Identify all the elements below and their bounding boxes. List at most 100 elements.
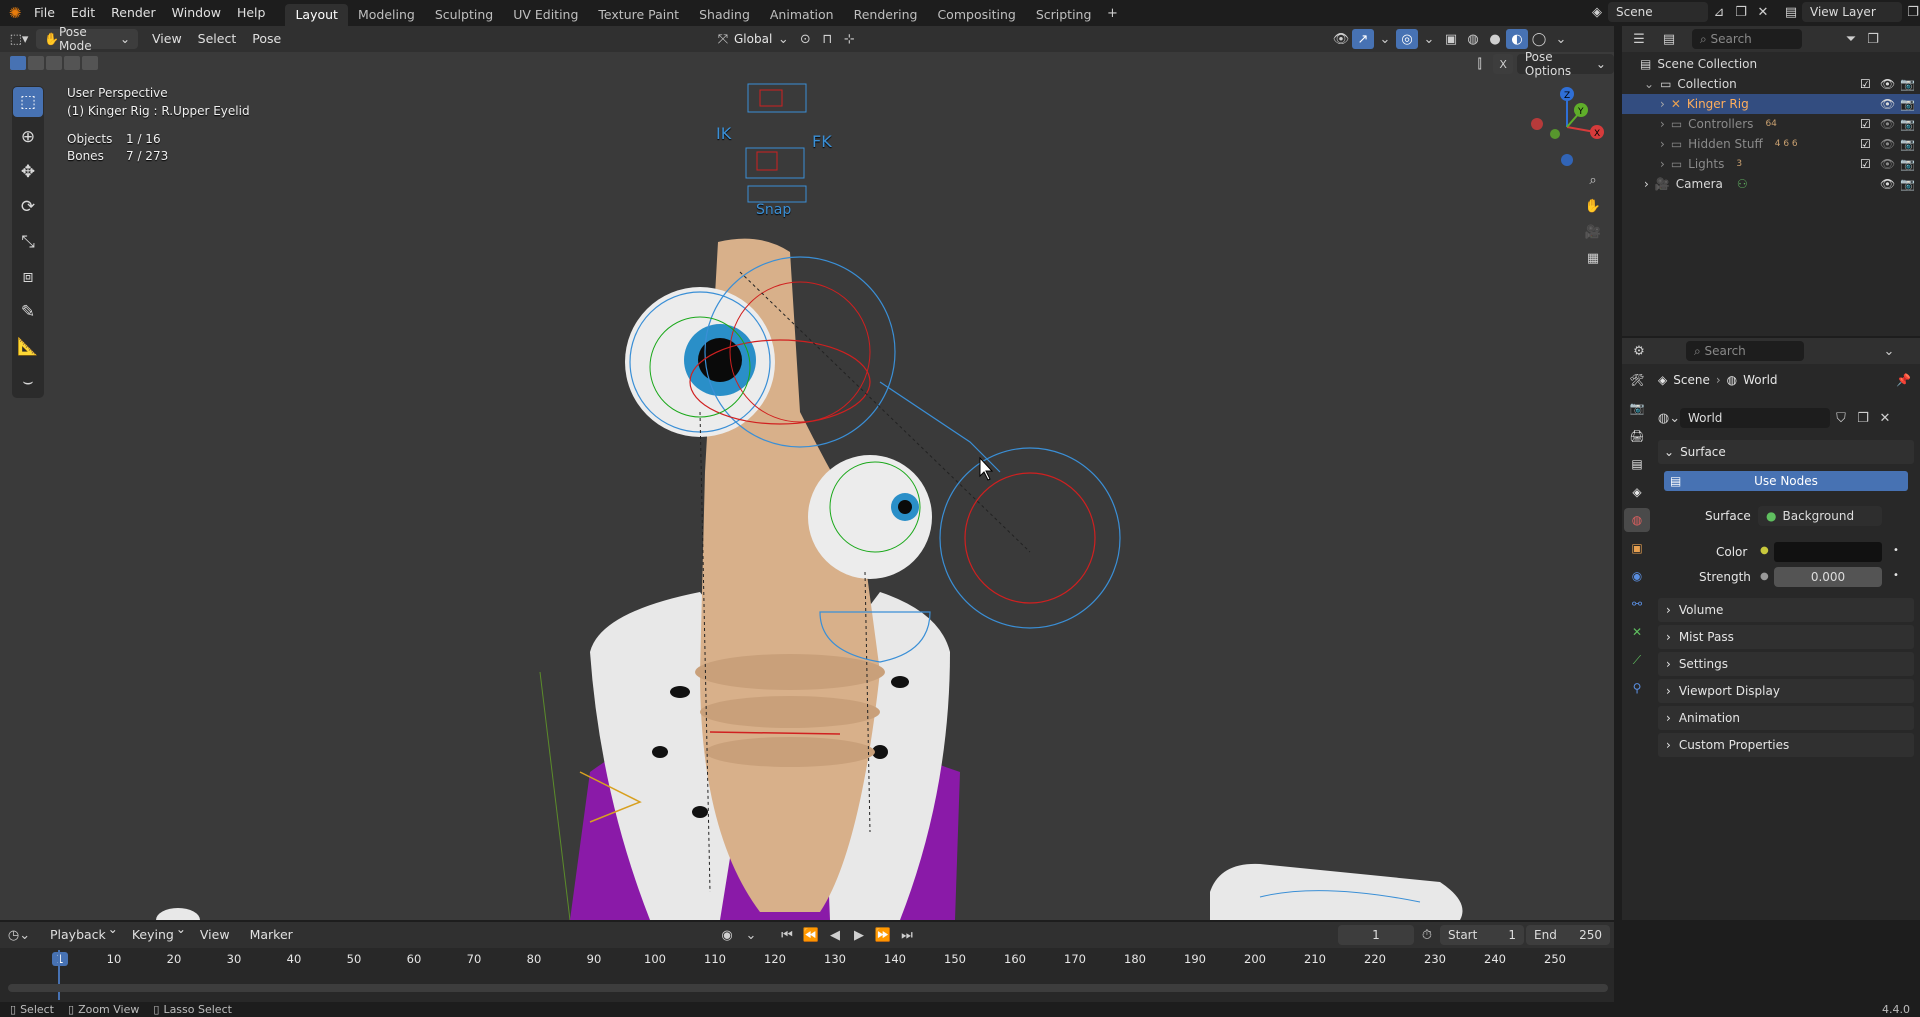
eye-icon[interactable]: 👁: [1880, 177, 1895, 191]
clock-icon[interactable]: ⏱: [1416, 925, 1438, 945]
pan-icon[interactable]: ✋: [1582, 196, 1604, 216]
snap-icon[interactable]: ⊓: [816, 29, 838, 49]
tab-sculpting[interactable]: Sculpting: [425, 4, 503, 26]
duplicate-icon[interactable]: ❐: [1852, 408, 1874, 428]
move-tool-icon[interactable]: ✥: [13, 157, 43, 187]
unlink-icon[interactable]: ✕: [1874, 408, 1896, 428]
chevron-right-icon[interactable]: ›: [1660, 97, 1665, 111]
mirror-icon[interactable]: ⫿: [1470, 54, 1489, 74]
tab-animation[interactable]: Animation: [760, 4, 844, 26]
perspective-toggle-icon[interactable]: ▦: [1582, 248, 1604, 268]
filter-icon[interactable]: ⏷: [1840, 29, 1862, 49]
eye-icon[interactable]: 👁: [1880, 157, 1895, 171]
armature-data-tab-icon[interactable]: ✕: [1624, 620, 1650, 644]
world-browse-icon[interactable]: ◍⌄: [1658, 408, 1680, 428]
viewport-menu-view[interactable]: View: [144, 26, 190, 52]
jump-next-key-icon[interactable]: ⏩: [872, 925, 894, 945]
pin-icon[interactable]: 📌: [1896, 373, 1911, 387]
camera-render-icon[interactable]: 📷: [1900, 157, 1915, 171]
world-tab-icon[interactable]: ◍: [1624, 508, 1650, 532]
fake-user-icon[interactable]: ⛉: [1830, 408, 1852, 428]
physics-tab-icon[interactable]: ◉: [1624, 564, 1650, 588]
editor-type-icon[interactable]: ⬚▾: [8, 29, 30, 49]
rotate-tool-icon[interactable]: ⟳: [13, 192, 43, 222]
viewport-menu-pose[interactable]: Pose: [244, 26, 289, 52]
checkbox-icon[interactable]: ☑: [1860, 157, 1871, 171]
zoom-icon[interactable]: ⌕: [1582, 170, 1604, 190]
timeline-menu-playback[interactable]: Playback: [40, 922, 116, 948]
solid-shading-icon[interactable]: ●: [1484, 29, 1506, 49]
checkbox-icon[interactable]: ☑: [1860, 77, 1871, 91]
camera-render-icon[interactable]: 📷: [1900, 97, 1915, 111]
panel-settings[interactable]: › Settings: [1658, 652, 1914, 676]
tool-tab-icon[interactable]: 🛠: [1624, 368, 1650, 392]
checkbox-icon[interactable]: ☑: [1860, 137, 1871, 151]
select-new-icon[interactable]: [10, 56, 26, 70]
keying-set-icon[interactable]: ⌄: [740, 925, 762, 945]
world-name-field[interactable]: World: [1680, 408, 1830, 428]
play-icon[interactable]: ▶: [848, 925, 870, 945]
menu-file[interactable]: File: [26, 0, 63, 26]
blender-logo-icon[interactable]: ✺: [4, 3, 26, 23]
outliner-collection[interactable]: ⌄ ▭ Collection ☑ 👁 📷: [1622, 74, 1920, 94]
panel-mist-pass[interactable]: › Mist Pass: [1658, 625, 1914, 649]
outliner-item-controllers[interactable]: › ▭ Controllers 64 ☑ 👁 📷: [1622, 114, 1920, 134]
mode-selector[interactable]: ✋ Pose Mode ⌄: [36, 25, 138, 53]
eye-icon[interactable]: 👁: [1880, 97, 1895, 111]
view-layer-tab-icon[interactable]: ▤: [1624, 452, 1650, 476]
tab-layout[interactable]: Layout: [285, 4, 348, 26]
tab-modeling[interactable]: Modeling: [348, 4, 425, 26]
3d-viewport[interactable]: IK FK Snap ⬚ ⊕ ✥ ⟳ ⤡ ⧈ ✎ 📐 ⌣ User Perspe…: [0, 52, 1614, 920]
pivot-icon[interactable]: ⊙: [794, 29, 816, 49]
outliner-item-kinger-rig[interactable]: › ✕ Kinger Rig 👁 📷: [1622, 94, 1920, 114]
camera-render-icon[interactable]: 📷: [1900, 117, 1915, 131]
tab-shading[interactable]: Shading: [689, 4, 760, 26]
pose-options-dropdown[interactable]: Pose Options ⌄: [1516, 52, 1614, 78]
properties-search-input[interactable]: ⌕ Search: [1686, 341, 1804, 361]
checkbox-icon[interactable]: ☑: [1860, 117, 1871, 131]
timeline-menu-marker[interactable]: Marker: [240, 922, 303, 948]
gizmo-icon[interactable]: ↗: [1352, 29, 1374, 49]
output-tab-icon[interactable]: 🖨: [1624, 424, 1650, 448]
end-frame-field[interactable]: End 250: [1526, 925, 1610, 945]
editor-type-icon[interactable]: ☰: [1628, 29, 1650, 49]
new-view-layer-icon[interactable]: ❐: [1902, 2, 1920, 22]
surface-shader-dropdown[interactable]: ● Background: [1758, 506, 1882, 526]
start-frame-field[interactable]: Start 1: [1440, 925, 1524, 945]
eye-icon[interactable]: 👁: [1880, 77, 1895, 91]
chevron-right-icon[interactable]: ›: [1660, 157, 1665, 171]
annotate-tool-icon[interactable]: ✎: [13, 297, 43, 327]
outliner-search-input[interactable]: ⌕ Search: [1692, 29, 1802, 49]
scene-tab-icon[interactable]: ◈: [1624, 480, 1650, 504]
outliner-item-hidden-stuff[interactable]: › ▭ Hidden Stuff 4 6 6 ☑ 👁 📷: [1622, 134, 1920, 154]
timeline-menu-view[interactable]: View: [190, 922, 240, 948]
measure-tool-icon[interactable]: 📐: [13, 332, 43, 362]
tab-texture-paint[interactable]: Texture Paint: [588, 4, 689, 26]
color-swatch[interactable]: [1774, 542, 1882, 562]
panel-animation[interactable]: › Animation: [1658, 706, 1914, 730]
add-workspace-icon[interactable]: +: [1101, 3, 1123, 23]
tab-scripting[interactable]: Scripting: [1026, 4, 1102, 26]
eye-icon[interactable]: 👁: [1880, 137, 1895, 151]
select-box-tool-icon[interactable]: ⬚: [13, 87, 43, 117]
panel-volume[interactable]: › Volume: [1658, 598, 1914, 622]
menu-edit[interactable]: Edit: [63, 0, 103, 26]
select-extend-icon[interactable]: [28, 56, 44, 70]
navigation-gizmo[interactable]: Z X Y: [1525, 82, 1610, 167]
select-intersect-icon[interactable]: [82, 56, 98, 70]
wireframe-shading-icon[interactable]: ◍: [1462, 29, 1484, 49]
camera-render-icon[interactable]: 📷: [1900, 137, 1915, 151]
shading-options-icon[interactable]: ⌄: [1550, 29, 1572, 49]
current-frame-field[interactable]: 1: [1338, 925, 1414, 945]
tab-uv-editing[interactable]: UV Editing: [503, 4, 588, 26]
chevron-down-icon[interactable]: ⌄: [1644, 77, 1654, 91]
transform-orientation-dropdown[interactable]: Global: [734, 32, 772, 46]
chevron-down-icon[interactable]: ⌄: [1878, 341, 1900, 361]
overlay-options-icon[interactable]: ⌄: [1418, 29, 1440, 49]
menu-window[interactable]: Window: [164, 0, 229, 26]
chevron-right-icon[interactable]: ›: [1660, 117, 1665, 131]
bone-constraints-tab-icon[interactable]: ⚲: [1624, 676, 1650, 700]
new-scene-icon[interactable]: ❐: [1730, 2, 1752, 22]
editor-type-icon[interactable]: ⚙: [1628, 341, 1650, 361]
x-axis-icon[interactable]: X: [1493, 54, 1513, 74]
